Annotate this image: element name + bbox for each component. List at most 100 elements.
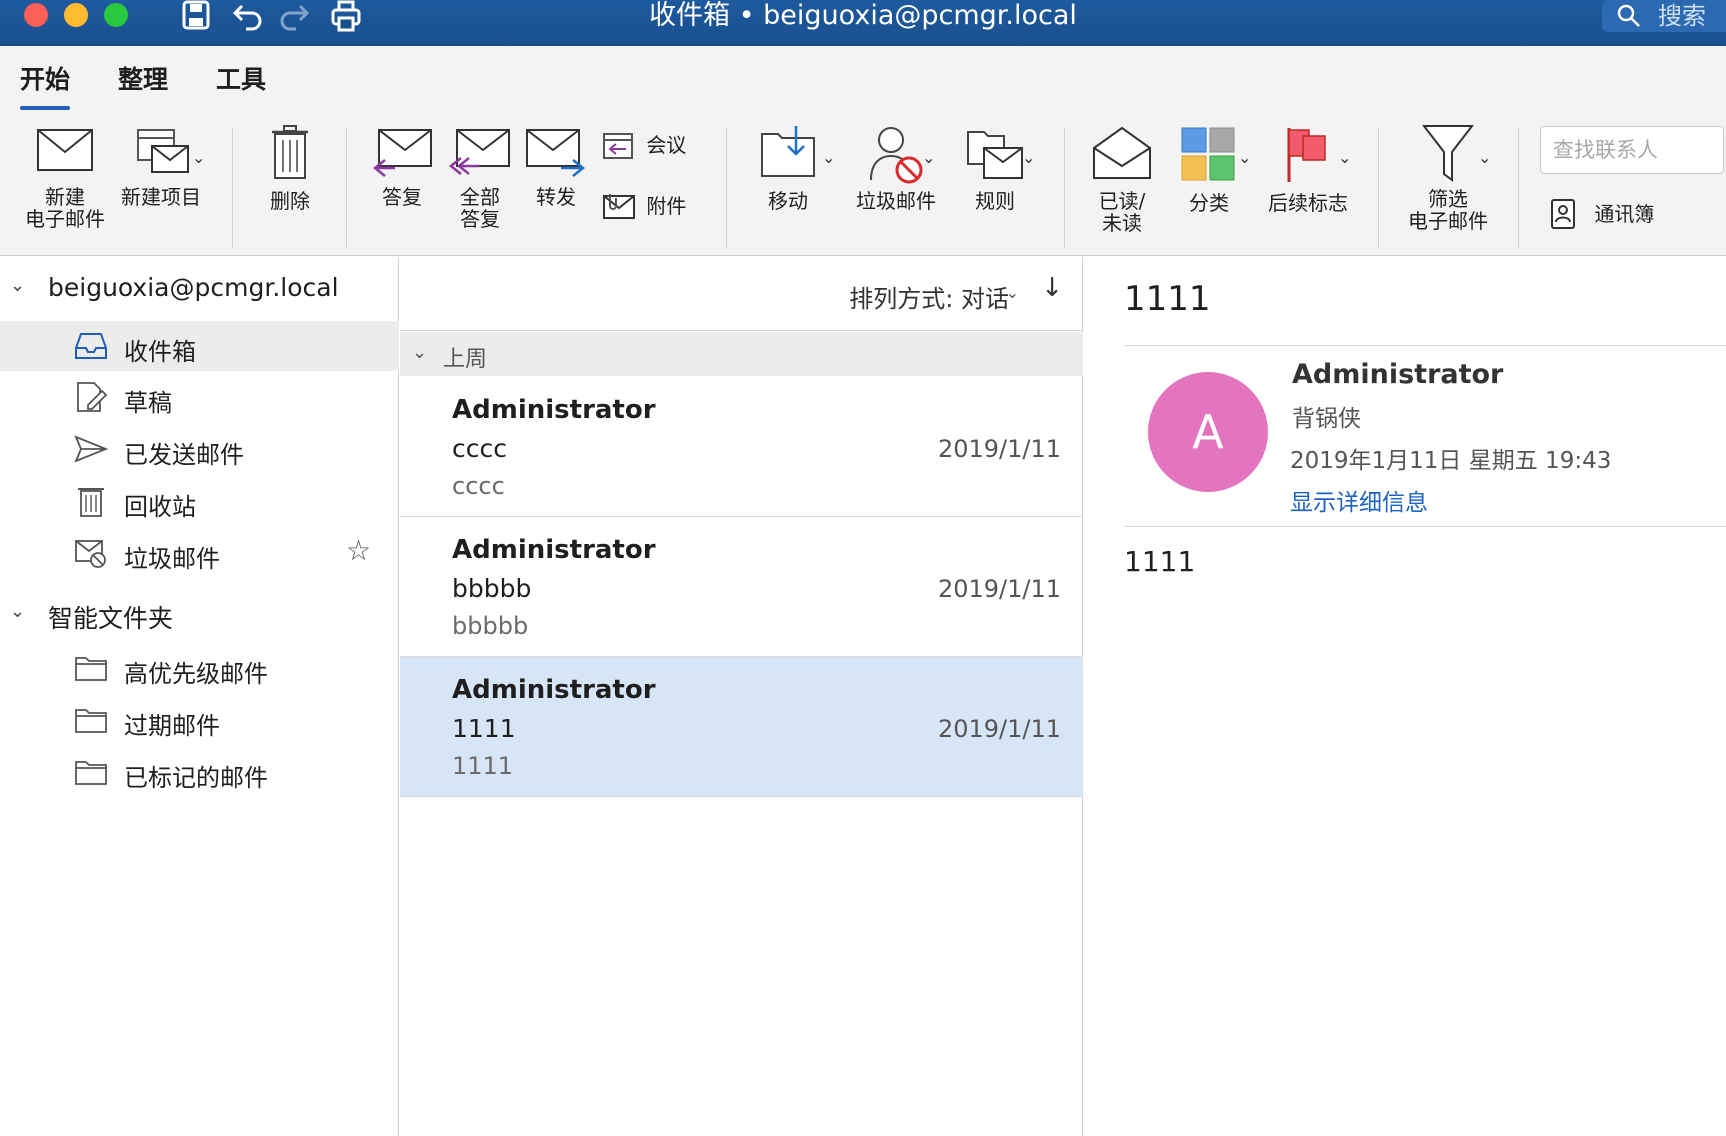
read-unread-label-2: 未读: [1102, 211, 1142, 235]
meeting-icon: [603, 133, 633, 159]
forward-icon: [526, 129, 586, 177]
message-row[interactable]: Administrator cccc cccc 2019/1/11: [400, 377, 1083, 517]
forward-label: 转发: [536, 185, 576, 209]
sidebar-item-inbox[interactable]: 收件箱: [0, 321, 399, 371]
sidebar-item-trash[interactable]: 回收站: [0, 476, 399, 526]
chevron-down-icon[interactable]: ⌄: [10, 601, 25, 622]
chevron-down-icon[interactable]: ⌄: [1238, 148, 1251, 167]
sidebar-item-sent[interactable]: 已发送邮件: [0, 424, 399, 474]
sidebar-item-high-priority[interactable]: 高优先级邮件: [0, 643, 399, 693]
sort-bar: 排列方式: 对话 ⌄ ↓: [400, 257, 1083, 331]
read-unread-button[interactable]: 已读/ 未读: [1086, 126, 1158, 234]
account-header[interactable]: ⌄ beiguoxia@pcmgr.local: [0, 257, 399, 321]
read-unread-label-1: 已读/: [1098, 189, 1146, 213]
show-details-link[interactable]: 显示详细信息: [1290, 483, 1428, 517]
move-button[interactable]: 移动: [748, 124, 828, 212]
chevron-down-icon[interactable]: ⌄: [822, 148, 835, 167]
block-sender-icon: [870, 127, 923, 184]
tab-organize[interactable]: 整理: [118, 60, 168, 96]
forward-button[interactable]: 转发: [520, 128, 592, 208]
chevron-down-icon[interactable]: ⌄: [1338, 148, 1351, 167]
rules-label: 规则: [975, 189, 1015, 213]
categorize-label: 分类: [1189, 191, 1229, 215]
ribbon-separator: [726, 128, 727, 248]
chevron-down-icon[interactable]: ⌄: [922, 148, 935, 167]
chevron-down-icon[interactable]: ⌄: [412, 342, 427, 363]
folder-icon: [75, 761, 107, 785]
junk-button[interactable]: 垃圾邮件: [846, 124, 946, 212]
chevron-down-icon[interactable]: ⌄: [192, 148, 205, 167]
message-body: 1111: [1124, 545, 1196, 578]
meeting-button[interactable]: 会议: [602, 130, 702, 160]
ribbon-separator: [346, 128, 347, 248]
find-contact-input[interactable]: 查找联系人: [1540, 126, 1724, 174]
rules-button[interactable]: 规则: [950, 124, 1040, 212]
attachment-button[interactable]: 附件: [602, 192, 702, 220]
reply-label: 答复: [382, 185, 422, 209]
message-row[interactable]: Administrator 1111 1111 2019/1/11: [400, 657, 1083, 797]
chevron-down-icon[interactable]: ⌄: [1022, 148, 1035, 167]
smart-folders-header[interactable]: ⌄ 智能文件夹: [0, 589, 399, 639]
delete-button[interactable]: 删除: [250, 124, 330, 212]
reply-button[interactable]: 答复: [366, 128, 438, 208]
group-header[interactable]: ⌄ 上周: [400, 332, 1083, 376]
attachment-label: 附件: [646, 194, 687, 218]
reply-all-button[interactable]: 全部 答复: [444, 128, 516, 230]
meeting-label: 会议: [646, 133, 687, 157]
follow-up-button[interactable]: 后续标志: [1262, 126, 1354, 214]
delete-label: 删除: [270, 189, 310, 213]
ribbon-separator: [232, 128, 233, 248]
sidebar-item-label: 回收站: [124, 493, 196, 521]
ribbon-separator: [1064, 128, 1065, 248]
filter-icon: [1422, 125, 1474, 182]
envelope-icon: [37, 129, 93, 171]
message-date: 2019/1/11: [937, 575, 1061, 603]
sidebar-item-junk[interactable]: 垃圾邮件 ☆: [0, 528, 399, 578]
filter-email-button[interactable]: 筛选 电子邮件: [1396, 124, 1500, 232]
avatar: A: [1148, 372, 1268, 492]
sidebar-item-overdue[interactable]: 过期邮件: [0, 695, 399, 745]
sidebar-item-label: 垃圾邮件: [124, 545, 220, 573]
ribbon: 新建 电子邮件 新建项目 ⌄ 删除 答复 全部 答复 转发 会议 附件 移动 ⌄…: [0, 112, 1726, 256]
chevron-down-icon[interactable]: ⌄: [1006, 283, 1019, 302]
star-icon[interactable]: ☆: [346, 534, 371, 567]
drafts-icon: [77, 382, 108, 412]
move-folder-icon: [761, 126, 815, 177]
message-row[interactable]: Administrator bbbbb bbbbb 2019/1/11: [400, 517, 1083, 657]
move-label: 移动: [768, 189, 808, 213]
reply-icon: [372, 129, 432, 177]
calendar-envelope-icon: [137, 129, 189, 173]
open-envelope-icon: [1093, 126, 1151, 179]
categorize-icon: [1181, 127, 1235, 181]
sidebar-item-label: 已发送邮件: [124, 441, 244, 469]
chevron-down-icon[interactable]: ⌄: [1478, 148, 1491, 167]
new-email-button[interactable]: 新建 电子邮件: [20, 128, 110, 230]
tab-tools[interactable]: 工具: [216, 60, 266, 96]
chevron-down-icon[interactable]: ⌄: [10, 275, 25, 296]
ribbon-tabs: 开始 整理 工具: [0, 46, 1726, 112]
message-subject: 1111: [452, 714, 516, 743]
junk-icon: [75, 540, 106, 568]
new-item-button[interactable]: 新建项目: [116, 128, 206, 208]
rules-icon: [967, 131, 1023, 179]
categorize-button[interactable]: 分类: [1166, 126, 1252, 214]
search-box[interactable]: 搜索: [1602, 0, 1726, 32]
new-email-label-2: 电子邮件: [25, 207, 105, 231]
sender-name[interactable]: Administrator: [1292, 359, 1503, 390]
sidebar-item-flagged[interactable]: 已标记的邮件: [0, 747, 399, 797]
new-email-label-1: 新建: [45, 185, 85, 209]
attachment-icon: [603, 194, 635, 219]
address-book-button[interactable]: 通讯簿: [1550, 198, 1710, 230]
inbox-icon: [75, 333, 107, 359]
divider: [1124, 345, 1726, 346]
message-datetime: 2019年1月11日 星期五 19:43: [1290, 448, 1612, 474]
message-subject: cccc: [452, 434, 507, 463]
message-preview: cccc: [452, 472, 505, 500]
divider: [1124, 526, 1726, 527]
filter-email-label-1: 筛选: [1428, 187, 1468, 211]
sidebar-item-drafts[interactable]: 草稿: [0, 372, 399, 422]
sort-dropdown[interactable]: 排列方式: 对话: [849, 279, 1009, 314]
folder-pane: ⌄ beiguoxia@pcmgr.local 收件箱 草稿 已发送邮件 回收站: [0, 257, 399, 1136]
sort-direction-icon[interactable]: ↓: [1041, 273, 1063, 303]
tab-home[interactable]: 开始: [20, 60, 71, 110]
